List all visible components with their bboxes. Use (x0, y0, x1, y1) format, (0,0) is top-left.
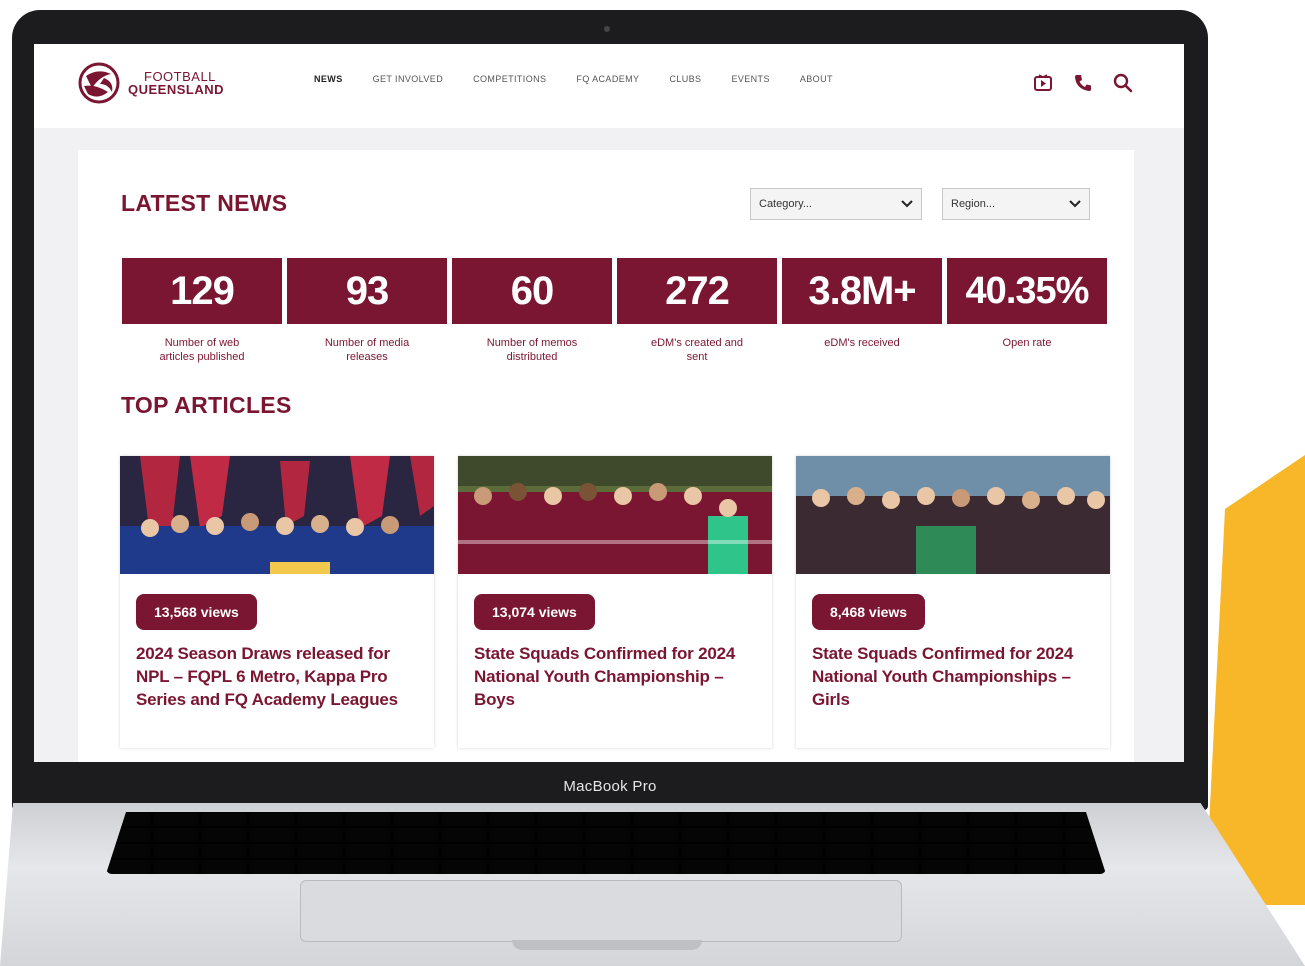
nav-competitions[interactable]: COMPETITIONS (473, 74, 546, 84)
logo-line2: QUEENSLAND (128, 82, 225, 97)
article-card[interactable]: 13,074 views State Squads Confirmed for … (458, 456, 772, 748)
stat-edm-received: 3.8M+ eDM's received (782, 258, 942, 364)
stat-value: 272 (617, 258, 777, 324)
views-badge: 13,074 views (474, 594, 595, 630)
nav-clubs[interactable]: CLUBS (669, 74, 701, 84)
chevron-down-icon (901, 200, 913, 208)
top-articles-title: TOP ARTICLES (121, 392, 292, 418)
video-icon[interactable] (1032, 72, 1054, 94)
news-panel: LATEST NEWS Category... Region... 129 Nu… (78, 150, 1134, 762)
views-badge: 13,568 views (136, 594, 257, 630)
stat-value: 3.8M+ (782, 258, 942, 324)
search-icon[interactable] (1112, 72, 1134, 94)
category-select-value: Category... (759, 198, 812, 210)
article-image (120, 456, 434, 574)
trackpad (300, 880, 902, 942)
website-screen: FOOTBALL QUEENSLAND NEWS GET INVOLVED CO… (34, 44, 1184, 762)
stat-web-articles: 129 Number of web articles published (122, 258, 282, 364)
views-badge: 8,468 views (812, 594, 926, 630)
stat-value: 40.35% (947, 258, 1107, 324)
stat-label: Number of memos distributed (486, 337, 578, 363)
site-header: FOOTBALL QUEENSLAND NEWS GET INVOLVED CO… (34, 44, 1184, 128)
article-title[interactable]: State Squads Confirmed for 2024 National… (812, 642, 1082, 711)
chevron-down-icon (1069, 200, 1081, 208)
nav-fq-academy[interactable]: FQ ACADEMY (576, 74, 639, 84)
region-select[interactable]: Region... (942, 188, 1090, 220)
stat-label: eDM's created and sent (651, 337, 743, 363)
nav-about[interactable]: ABOUT (800, 74, 833, 84)
latest-news-title: LATEST NEWS (121, 190, 288, 216)
stat-media-releases: 93 Number of media releases (287, 258, 447, 364)
top-articles-list: 13,568 views 2024 Season Draws released … (120, 456, 1110, 748)
nav-news[interactable]: NEWS (314, 74, 343, 84)
logo[interactable]: FOOTBALL QUEENSLAND (78, 62, 224, 104)
stat-label: Open rate (1002, 337, 1052, 349)
lid-notch (512, 940, 702, 950)
football-queensland-logo-icon (78, 62, 120, 104)
stat-value: 93 (287, 258, 447, 324)
stat-open-rate: 40.35% Open rate (947, 258, 1107, 364)
article-card[interactable]: 8,468 views State Squads Confirmed for 2… (796, 456, 1110, 748)
stat-label: Number of web articles published (159, 337, 245, 363)
article-image (796, 456, 1110, 574)
nav-get-involved[interactable]: GET INVOLVED (373, 74, 444, 84)
header-icons (1032, 72, 1134, 94)
stat-label: eDM's received (824, 337, 900, 349)
macbook-label: MacBook Pro (563, 778, 657, 795)
category-select[interactable]: Category... (750, 188, 922, 220)
article-title[interactable]: State Squads Confirmed for 2024 National… (474, 642, 744, 711)
article-title[interactable]: 2024 Season Draws released for NPL – FQP… (136, 642, 406, 711)
article-card[interactable]: 13,568 views 2024 Season Draws released … (120, 456, 434, 748)
stat-value: 129 (122, 258, 282, 324)
keyboard (106, 812, 1106, 874)
stat-memos: 60 Number of memos distributed (452, 258, 612, 364)
article-image (458, 456, 772, 574)
nav-events[interactable]: EVENTS (731, 74, 769, 84)
stat-value: 60 (452, 258, 612, 324)
stat-edm-sent: 272 eDM's created and sent (617, 258, 777, 364)
phone-icon[interactable] (1072, 72, 1094, 94)
main-nav: NEWS GET INVOLVED COMPETITIONS FQ ACADEM… (314, 74, 833, 84)
region-select-value: Region... (951, 198, 996, 210)
camera-icon (604, 26, 610, 32)
stats-row: 129 Number of web articles published 93 … (122, 258, 1107, 364)
stat-label: Number of media releases (324, 337, 410, 363)
